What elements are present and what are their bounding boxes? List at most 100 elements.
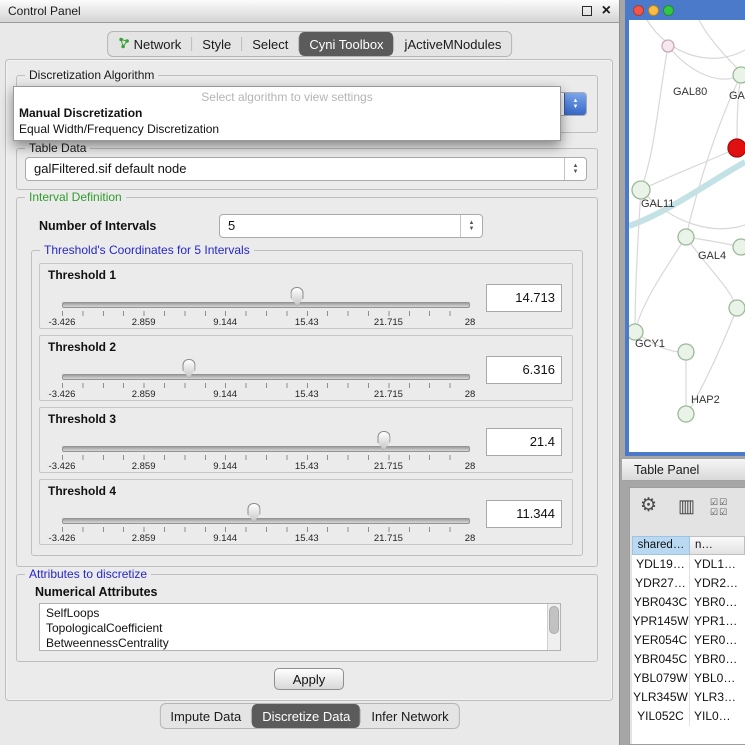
tab-infer-network[interactable]: Infer Network [361, 704, 458, 728]
slider-thumb[interactable] [182, 359, 195, 378]
check-icon: ☑ [719, 497, 728, 507]
slider-thumb[interactable] [291, 287, 304, 306]
group-title-attributes: Attributes to discretize [25, 567, 151, 581]
minimize-traffic-icon[interactable] [648, 5, 659, 16]
tab-discretize-data[interactable]: Discretize Data [252, 704, 360, 728]
scrollbar-thumb[interactable] [549, 606, 559, 634]
table-row[interactable]: YBL079WYBL0… [632, 669, 745, 688]
tab-network[interactable]: Network [108, 32, 192, 56]
threshold-value-field[interactable]: 6.316 [486, 356, 562, 384]
attribute-item[interactable]: SelfLoops [46, 606, 544, 621]
tab-style[interactable]: Style [192, 32, 241, 56]
threshold-slider[interactable]: -3.4262.8599.14415.4321.71528 [52, 504, 480, 544]
network-edge[interactable] [686, 237, 737, 308]
table-row[interactable]: YLR345WYLR3… [632, 688, 745, 707]
threshold-list: Threshold 1 -3.4262.8599.14415.4321.7152… [32, 263, 582, 551]
network-edge[interactable] [668, 46, 741, 79]
slider-track[interactable] [62, 374, 470, 380]
slider-track[interactable] [62, 518, 470, 524]
network-edge[interactable] [641, 46, 668, 190]
cell-name: YLR3… [690, 688, 745, 707]
combobox-stepper-icon[interactable]: ▲ ▼ [564, 93, 586, 115]
dropdown-option[interactable]: Equal Width/Frequency Discretization [14, 121, 560, 137]
apply-button[interactable]: Apply [274, 668, 344, 690]
network-node[interactable] [728, 139, 745, 157]
attribute-item[interactable]: BetweennessCentrality [46, 636, 544, 651]
gear-icon[interactable]: ⚙ [640, 494, 657, 517]
table-panel-title: Table Panel [634, 463, 699, 477]
tab-label: Style [202, 37, 231, 52]
network-edge[interactable] [635, 237, 686, 332]
close-icon[interactable]: × [602, 0, 611, 21]
group-title-table-data: Table Data [25, 141, 90, 155]
tab-label: Network [134, 37, 182, 52]
slider-scale-labels: -3.4262.8599.14415.4321.71528 [62, 317, 470, 329]
threshold-panel: Threshold 1 -3.4262.8599.14415.4321.7152… [39, 263, 573, 329]
network-node[interactable] [662, 40, 674, 52]
table-row[interactable]: YDL19…YDL1… [632, 555, 745, 574]
checkbox-grid-icon[interactable]: ☑☑ ☑☑ [710, 497, 728, 517]
tab-select[interactable]: Select [242, 32, 298, 56]
slider-track[interactable] [62, 302, 470, 308]
zoom-traffic-icon[interactable] [663, 5, 674, 16]
cell-name: YIL0… [690, 707, 745, 726]
threshold-value-field[interactable]: 21.4 [486, 428, 562, 456]
panel-content: Discretization Algorithm ▲ ▼ Select algo… [5, 59, 613, 701]
table-row[interactable]: YER054CYER0… [632, 631, 745, 650]
table-rows: YDL19…YDL1…YDR27…YDR2…YBR043CYBR0…YPR145… [632, 555, 745, 744]
table-row[interactable]: YPR145WYPR1… [632, 612, 745, 631]
number-of-intervals-combobox[interactable]: 5 ▲ ▼ [219, 214, 483, 238]
tab-cyni-toolbox[interactable]: Cyni Toolbox [299, 32, 393, 56]
cell-name: YER0… [690, 631, 745, 650]
network-node[interactable] [632, 181, 650, 199]
slider-thumb[interactable] [247, 503, 260, 522]
network-node[interactable] [733, 67, 745, 83]
network-edge[interactable] [641, 148, 737, 190]
attributes-listbox[interactable]: SelfLoopsTopologicalCoefficientBetweenne… [39, 603, 561, 651]
slider-thumb[interactable] [377, 431, 390, 450]
close-traffic-icon[interactable] [633, 5, 644, 16]
scale-label: 2.859 [132, 389, 156, 400]
network-edge[interactable] [737, 75, 741, 148]
cell-shared-name: YDL19… [632, 555, 690, 574]
spinner-down-icon: ▼ [573, 170, 579, 175]
threshold-slider[interactable]: -3.4262.8599.14415.4321.71528 [52, 360, 480, 400]
network-node[interactable] [678, 406, 694, 422]
tab-impute-data[interactable]: Impute Data [160, 704, 251, 728]
threshold-value-field[interactable]: 14.713 [486, 284, 562, 312]
threshold-panel: Threshold 2 -3.4262.8599.14415.4321.7152… [39, 335, 573, 401]
network-node[interactable] [678, 344, 694, 360]
window-title: Control Panel [8, 0, 81, 22]
tab-jactivemnodules[interactable]: jActiveMNodules [395, 32, 512, 56]
tab-label: Discretize Data [262, 709, 350, 724]
network-node[interactable] [729, 300, 745, 316]
network-canvas[interactable]: GAL80GAGAL11GAL4GCY1HAP2 [629, 20, 745, 452]
column-header-shared-name[interactable]: shared… [632, 536, 690, 555]
table-row[interactable]: YDR27…YDR2… [632, 574, 745, 593]
table-panel-header: Table Panel [622, 458, 745, 481]
combobox-stepper-icon[interactable]: ▲ ▼ [460, 215, 482, 237]
table-row[interactable]: YBR045CYBR0… [632, 650, 745, 669]
columns-icon[interactable]: ▥ [678, 496, 695, 517]
threshold-slider[interactable]: -3.4262.8599.14415.4321.71528 [52, 288, 480, 328]
float-window-icon[interactable] [582, 6, 592, 16]
table-row[interactable]: YIL052CYIL0… [632, 707, 745, 726]
table-data-combobox[interactable]: galFiltered.sif default node ▲ ▼ [25, 157, 587, 181]
table-row[interactable]: YBR043CYBR0… [632, 593, 745, 612]
threshold-value-field[interactable]: 11.344 [486, 500, 562, 528]
cell-name: YDL1… [690, 555, 745, 574]
number-of-intervals-value: 5 [228, 215, 456, 237]
threshold-slider[interactable]: -3.4262.8599.14415.4321.71528 [52, 432, 480, 472]
column-header-name[interactable]: n… [690, 536, 745, 555]
dropdown-option[interactable]: Manual Discretization [14, 105, 560, 121]
combobox-stepper-icon[interactable]: ▲ ▼ [564, 158, 586, 180]
network-edge[interactable] [647, 20, 745, 58]
network-node[interactable] [678, 229, 694, 245]
network-edge[interactable] [699, 20, 739, 70]
attribute-item[interactable]: TopologicalCoefficient [46, 621, 544, 636]
slider-track[interactable] [62, 446, 470, 452]
cell-name: YPR1… [690, 612, 745, 631]
network-node[interactable] [733, 239, 745, 255]
scrollbar[interactable] [547, 604, 560, 650]
network-edge[interactable] [635, 190, 641, 332]
